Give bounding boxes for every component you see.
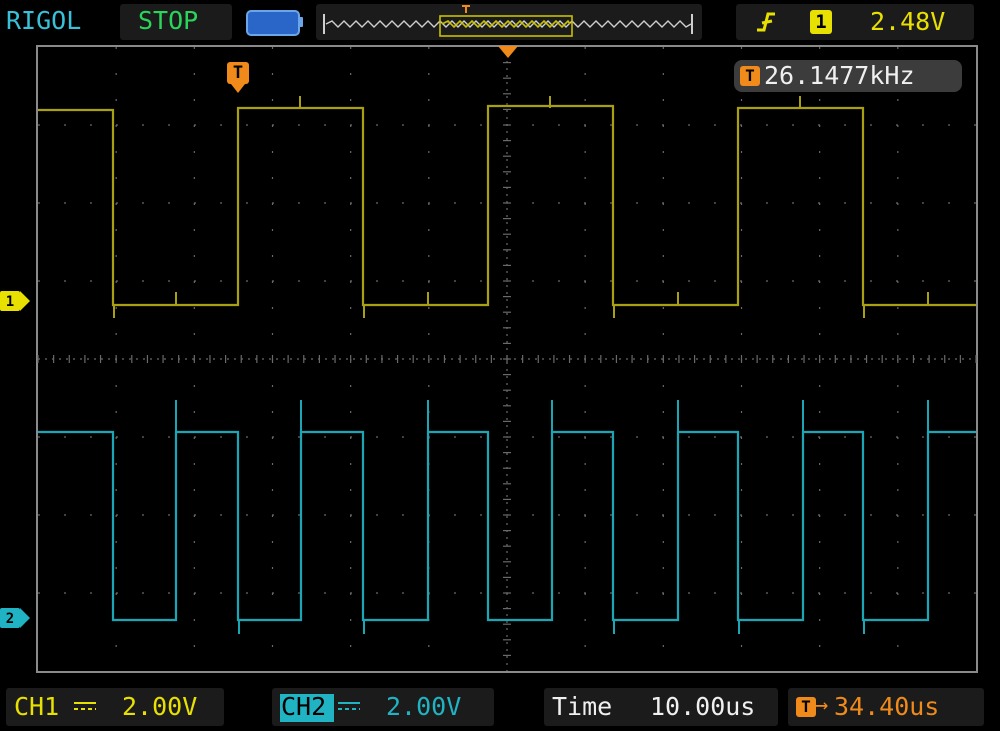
ch1-offset-label: 1 [5,294,15,310]
right-arrow-icon: → [815,693,829,718]
trigger-point-icon: T [227,62,249,94]
ch1-scale: 2.00V [122,692,198,721]
dc-coupling-icon [74,702,96,712]
ch1-offset-marker[interactable]: 1 [0,291,30,311]
waveform-display[interactable] [0,0,1000,684]
time-label: Time [552,692,613,721]
frequency-badge-label: T [745,66,755,85]
trigger-offset-badge: T [796,697,816,717]
ch1-scale-panel[interactable]: CH1 2.00V [6,688,224,726]
ch2-scale: 2.00V [386,692,462,721]
frequency-value: 26.1477kHz [764,61,915,90]
trigger-offset-value: 34.40us [834,692,940,721]
timebase-panel[interactable]: Time 10.00us [544,688,778,726]
ch1-label: CH1 [14,692,60,721]
trigger-offset-panel[interactable]: T → 34.40us [788,688,984,726]
ch2-offset-label: 2 [5,611,15,627]
ch2-offset-marker[interactable]: 2 [0,608,30,628]
trigger-offset-badge-label: T [801,697,811,716]
ch2-label-box: CH2 [280,692,334,722]
ch2-label: CH2 [281,692,327,721]
trigger-position-marker [498,46,518,58]
frequency-readout: T 26.1477kHz [734,60,962,92]
bottom-status-bar: CH1 2.00V CH2 2.00V Time 10.00us T → 34.… [0,684,1000,731]
trigger-badge-icon: T [740,66,760,86]
trigger-point-label: T [232,63,244,83]
ch2-scale-panel[interactable]: CH2 2.00V [272,688,494,726]
dc-coupling-icon [338,702,360,712]
time-scale: 10.00us [650,692,756,721]
